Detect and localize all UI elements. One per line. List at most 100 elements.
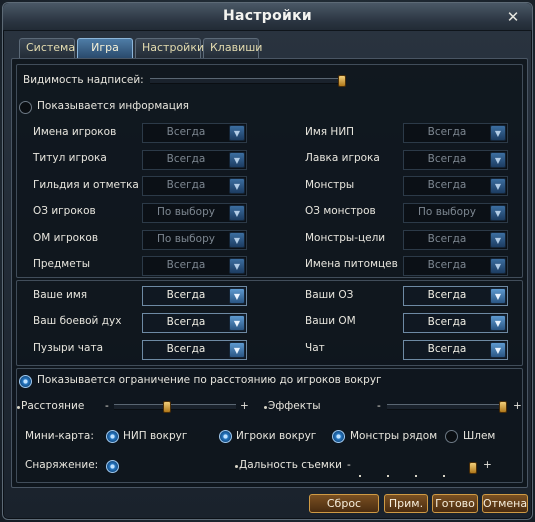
distance-limit-toggle[interactable] [19, 375, 32, 388]
pet-names-dropdown[interactable]: Всегда ▼ [403, 256, 508, 276]
chevron-down-icon: ▼ [490, 125, 506, 141]
dropdown-value: Всегда [427, 316, 467, 328]
dropdown-value: Всегда [166, 343, 206, 355]
effects-slider[interactable] [387, 401, 507, 413]
player-title-dropdown[interactable]: Всегда ▼ [142, 150, 247, 170]
minimap-helmet-label: Шлем [463, 430, 496, 442]
your-name-dropdown[interactable]: Всегда ▼ [142, 286, 247, 306]
your-hp-dropdown[interactable]: Всегда ▼ [403, 286, 508, 306]
minimap-npc-label: НИП вокруг [123, 430, 188, 442]
option-label: Титул игрока [33, 152, 107, 164]
title-bar[interactable]: Настройки ✕ [3, 3, 532, 31]
dropdown-value: По выбору [157, 233, 215, 245]
tab-system[interactable]: Система [19, 38, 75, 58]
items-dropdown[interactable]: Всегда ▼ [142, 256, 247, 276]
minimap-monsters-label: Монстры рядом [350, 430, 438, 442]
chevron-down-icon: ▼ [229, 288, 245, 304]
close-icon[interactable]: ✕ [504, 8, 522, 26]
chevron-down-icon: ▼ [229, 342, 245, 358]
shot-distance-slider[interactable] [357, 462, 477, 478]
dropdown-value: Всегда [427, 179, 467, 191]
option-label: Пузыри чата [33, 342, 103, 354]
distance-minus: - [105, 400, 109, 412]
chevron-down-icon: ▼ [490, 342, 506, 358]
dropdown-value: Всегда [427, 126, 467, 138]
name-visibility-label: Видимость надписей: [23, 74, 144, 86]
effects-minus: - [377, 400, 381, 412]
slider-tick [443, 475, 445, 477]
button-bar: Сброс Прим. Готово Отмена [3, 489, 532, 519]
tab-bar: Система Игра Настройки Клавиши [19, 38, 262, 58]
player-shop-dropdown[interactable]: Всегда ▼ [403, 150, 508, 170]
option-label: Гильдия и отметка [33, 179, 139, 191]
option-label: Монстры [305, 179, 355, 191]
minimap-monsters-toggle[interactable] [332, 430, 345, 443]
effects-plus: + [513, 400, 522, 412]
apply-button[interactable]: Прим. [384, 494, 428, 513]
monsters-dropdown[interactable]: Всегда ▼ [403, 176, 508, 196]
chevron-down-icon: ▼ [229, 258, 245, 274]
chevron-down-icon: ▼ [490, 152, 506, 168]
equipment-toggle[interactable] [106, 460, 119, 473]
tab-settings[interactable]: Настройки [135, 38, 204, 58]
option-label: Чат [305, 342, 325, 354]
equipment-label: Снаряжение: [25, 459, 99, 471]
minimap-npc-toggle[interactable] [106, 430, 119, 443]
option-label: Ваш боевой дух [33, 315, 122, 327]
bullet-icon [235, 465, 238, 468]
monster-hp-dropdown[interactable]: По выбору ▼ [403, 203, 508, 223]
dropdown-value: Всегда [166, 259, 206, 271]
slider-knob[interactable] [163, 401, 171, 413]
cancel-button[interactable]: Отмена [482, 494, 528, 513]
ok-button[interactable]: Готово [432, 494, 478, 513]
show-info-label: Показывается информация [37, 100, 189, 112]
option-label: Ваше имя [33, 289, 88, 301]
tab-keys[interactable]: Клавиши [203, 38, 262, 58]
dropdown-value: Всегда [427, 343, 467, 355]
your-mp-dropdown[interactable]: Всегда ▼ [403, 313, 508, 333]
dropdown-value: По выбору [418, 206, 476, 218]
slider-knob[interactable] [499, 401, 507, 413]
dropdown-value: Всегда [427, 289, 467, 301]
chevron-down-icon: ▼ [229, 232, 245, 248]
distance-slider[interactable] [114, 401, 236, 413]
distance-limit-label: Показывается ограничение по расстоянию д… [37, 374, 382, 386]
player-mp-dropdown[interactable]: По выбору ▼ [142, 230, 247, 250]
option-label: Имена игроков [33, 126, 117, 138]
player-names-dropdown[interactable]: Всегда ▼ [142, 123, 247, 143]
distance-label: Расстояние [21, 400, 85, 412]
bullet-icon [17, 406, 20, 409]
dropdown-value: Всегда [427, 259, 467, 271]
settings-window: Настройки ✕ Система Игра Настройки Клави… [2, 2, 533, 520]
option-label: Предметы [33, 258, 91, 270]
player-hp-dropdown[interactable]: По выбору ▼ [142, 203, 247, 223]
slider-knob[interactable] [338, 75, 346, 87]
dropdown-value: Всегда [427, 233, 467, 245]
dropdown-value: Всегда [166, 316, 206, 328]
slider-tick [359, 475, 361, 477]
chevron-down-icon: ▼ [229, 125, 245, 141]
option-label: Имена питомцев [305, 258, 398, 270]
chevron-down-icon: ▼ [490, 232, 506, 248]
distance-plus: + [240, 400, 249, 412]
game-settings-panel: Видимость надписей: Показывается информа… [11, 58, 528, 488]
tab-game[interactable]: Игра [77, 38, 133, 58]
minimap-players-label: Игроки вокруг [236, 430, 317, 442]
slider-knob[interactable] [469, 462, 477, 474]
target-monsters-dropdown[interactable]: Всегда ▼ [403, 230, 508, 250]
minimap-players-toggle[interactable] [219, 430, 232, 443]
chat-bubbles-dropdown[interactable]: Всегда ▼ [142, 340, 247, 360]
name-visibility-slider[interactable] [150, 75, 346, 87]
guild-mark-dropdown[interactable]: Всегда ▼ [142, 176, 247, 196]
chevron-down-icon: ▼ [490, 288, 506, 304]
chevron-down-icon: ▼ [229, 205, 245, 221]
minimap-helmet-toggle[interactable] [445, 430, 458, 443]
your-morale-dropdown[interactable]: Всегда ▼ [142, 313, 247, 333]
chat-dropdown[interactable]: Всегда ▼ [403, 340, 508, 360]
show-info-toggle[interactable] [19, 101, 32, 114]
npc-name-dropdown[interactable]: Всегда ▼ [403, 123, 508, 143]
slider-tick [415, 475, 417, 477]
reset-button[interactable]: Сброс [309, 494, 379, 513]
chevron-down-icon: ▼ [490, 258, 506, 274]
dropdown-value: Всегда [166, 289, 206, 301]
